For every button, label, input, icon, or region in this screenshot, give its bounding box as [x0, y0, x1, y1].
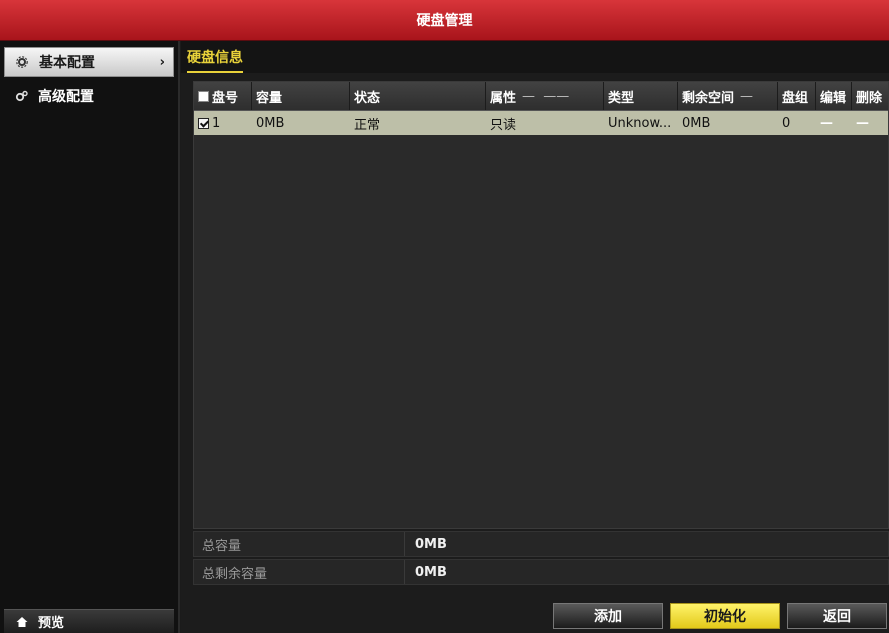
cell-type: Unknow... [608, 115, 672, 131]
chevron-right-icon: › [159, 54, 165, 70]
gears-icon [14, 89, 28, 103]
column-header-free-space[interactable]: 剩余空间 — [678, 82, 778, 110]
total-capacity-row: 总容量 0MB [193, 531, 889, 557]
tab-strip: 硬盘信息 [181, 41, 889, 73]
preview-button[interactable]: 预览 [4, 609, 174, 633]
column-header-status[interactable]: 状态 [350, 82, 486, 110]
back-button[interactable]: 返回 [787, 603, 887, 629]
main-content: 硬盘信息 盘号 容量 状态 属性 — —— 类型 剩余空间 — 盘组 编辑 删除… [181, 41, 889, 633]
disk-table: 盘号 容量 状态 属性 — —— 类型 剩余空间 — 盘组 编辑 删除 1 0M… [193, 81, 889, 529]
window-title: 硬盘管理 [416, 13, 473, 29]
sidebar-item-label: 高级配置 [38, 89, 94, 105]
total-free-label: 总剩余容量 [202, 566, 268, 582]
sidebar: 基本配置 › 高级配置 预览 [0, 41, 180, 633]
cell-disk-no: 1 [194, 111, 252, 135]
table-header: 盘号 容量 状态 属性 — —— 类型 剩余空间 — 盘组 编辑 删除 [194, 82, 888, 111]
cell-capacity: 0MB [256, 115, 285, 131]
row-checkbox[interactable] [198, 117, 209, 129]
column-header-delete[interactable]: 删除 [852, 82, 889, 110]
column-header-group[interactable]: 盘组 [778, 82, 816, 110]
sort-indicator: — —— [522, 88, 570, 104]
cell-status: 正常 [354, 117, 381, 133]
summary-panel: 总容量 0MB 总剩余容量 0MB [193, 531, 889, 587]
sidebar-item-label: 基本配置 [39, 55, 95, 71]
cell-free-space: 0MB [682, 115, 711, 131]
tab-disk-info[interactable]: 硬盘信息 [187, 47, 243, 73]
total-free-value: 0MB [404, 560, 447, 584]
add-button[interactable]: 添加 [553, 603, 663, 629]
column-header-disk-no[interactable]: 盘号 [194, 82, 252, 110]
window-titlebar: 硬盘管理 [0, 0, 889, 41]
gear-icon [15, 55, 29, 69]
sidebar-item-advanced-config[interactable]: 高级配置 [4, 81, 174, 111]
total-capacity-label: 总容量 [202, 538, 242, 554]
column-header-edit[interactable]: 编辑 [816, 82, 852, 110]
select-all-checkbox[interactable] [198, 90, 209, 102]
home-icon [16, 616, 28, 628]
edit-button[interactable]: — [816, 111, 852, 135]
total-capacity-value: 0MB [404, 532, 447, 556]
table-row[interactable]: 1 0MB 正常 只读 Unknow... 0MB 0 — — [194, 111, 888, 135]
column-header-attribute[interactable]: 属性 — —— [486, 82, 604, 110]
sort-indicator: — [740, 88, 754, 104]
sidebar-item-basic-config[interactable]: 基本配置 › [4, 47, 174, 77]
total-free-row: 总剩余容量 0MB [193, 559, 889, 585]
cell-group: 0 [782, 115, 791, 131]
column-header-capacity[interactable]: 容量 [252, 82, 350, 110]
delete-button[interactable]: — [852, 111, 889, 135]
initialize-button[interactable]: 初始化 [670, 603, 780, 629]
cell-attribute: 只读 [490, 117, 517, 133]
column-header-type[interactable]: 类型 [604, 82, 678, 110]
preview-label: 预览 [38, 616, 65, 631]
